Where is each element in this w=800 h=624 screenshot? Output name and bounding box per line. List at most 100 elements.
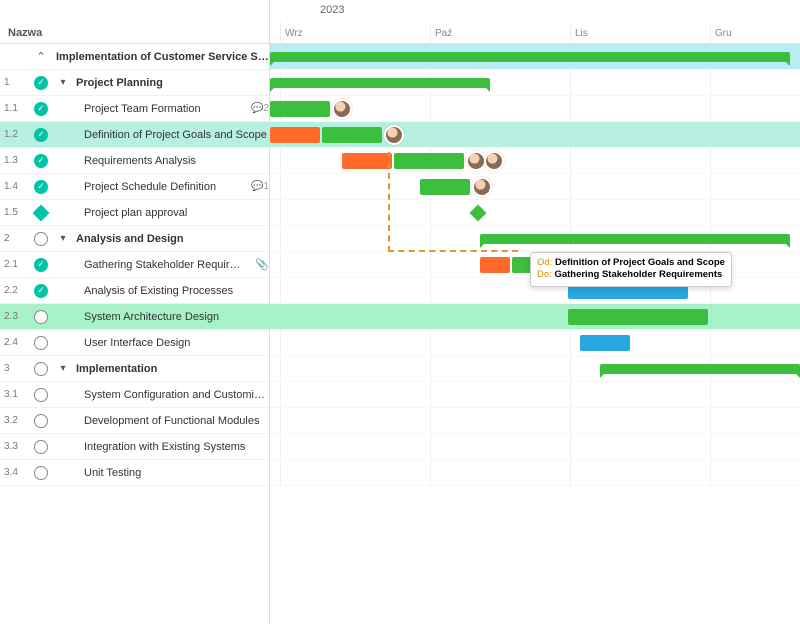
- task-name[interactable]: Implementation: [76, 363, 269, 375]
- status-open-icon[interactable]: [32, 414, 50, 428]
- assignee-avatar[interactable]: [332, 99, 352, 119]
- task-name[interactable]: System Configuration and Customization: [56, 389, 269, 401]
- gantt-row[interactable]: [270, 96, 800, 122]
- wbs-number: 2: [4, 233, 26, 244]
- summary-bar[interactable]: [270, 52, 790, 62]
- gantt-row[interactable]: [270, 200, 800, 226]
- summary-bar[interactable]: [270, 78, 490, 88]
- status-done-icon[interactable]: ✓: [32, 128, 50, 142]
- task-row[interactable]: 1.2✓Definition of Project Goals and Scop…: [0, 122, 269, 148]
- assignee-avatar[interactable]: [466, 151, 486, 171]
- gantt-row[interactable]: [270, 226, 800, 252]
- task-row[interactable]: 1.5Project plan approval: [0, 200, 269, 226]
- wbs-number: 3.1: [4, 389, 26, 400]
- task-name[interactable]: Analysis of Existing Processes: [56, 285, 269, 297]
- task-row[interactable]: 2.1 ✓ Gathering Stakeholder Requirements 📎: [0, 252, 269, 278]
- summary-bar[interactable]: [480, 234, 790, 244]
- task-row[interactable]: 1.4✓Project Schedule Definition💬1: [0, 174, 269, 200]
- task-row[interactable]: 1.1✓Project Team Formation💬2: [0, 96, 269, 122]
- status-done-icon[interactable]: ✓: [32, 102, 50, 116]
- summary-bar[interactable]: [600, 364, 800, 374]
- status-open-icon[interactable]: [32, 388, 50, 402]
- gantt-row[interactable]: [270, 434, 800, 460]
- wbs-number: 1.3: [4, 155, 26, 166]
- comments-icon[interactable]: 💬2: [251, 103, 269, 114]
- status-open-icon[interactable]: [32, 440, 50, 454]
- gantt-row[interactable]: [270, 382, 800, 408]
- task-row[interactable]: 2.2✓Analysis of Existing Processes: [0, 278, 269, 304]
- status-done-icon[interactable]: ✓: [32, 258, 50, 272]
- expand-toggle-icon[interactable]: ▾: [56, 233, 70, 244]
- gantt-row[interactable]: [270, 70, 800, 96]
- task-bar[interactable]: [420, 179, 470, 195]
- task-bar[interactable]: [270, 127, 320, 143]
- month-wrz: Wrz: [280, 22, 303, 44]
- task-row[interactable]: 3.3Integration with Existing Systems: [0, 434, 269, 460]
- task-row[interactable]: 2.4User Interface Design: [0, 330, 269, 356]
- status-done-icon[interactable]: ✓: [32, 76, 50, 90]
- task-bar[interactable]: [394, 153, 464, 169]
- gantt-row[interactable]: [270, 174, 800, 200]
- gantt-row[interactable]: [270, 356, 800, 382]
- expand-toggle-icon[interactable]: ▾: [56, 77, 70, 88]
- task-row[interactable]: 2 ▾ Analysis and Design: [0, 226, 269, 252]
- gantt-row[interactable]: [270, 408, 800, 434]
- gantt-row[interactable]: [270, 44, 800, 70]
- task-name[interactable]: Gathering Stakeholder Requirements: [56, 259, 245, 271]
- collapse-all-icon[interactable]: ⌃: [32, 50, 50, 63]
- status-done-icon[interactable]: ✓: [32, 154, 50, 168]
- assignee-avatar[interactable]: [484, 151, 504, 171]
- tooltip-from-task: Definition of Project Goals and Scope: [555, 257, 725, 268]
- task-row[interactable]: ⌃ Implementation of Customer Service Syst…: [0, 44, 269, 70]
- comments-icon[interactable]: 💬1: [251, 181, 269, 192]
- task-name[interactable]: Project Schedule Definition: [56, 181, 241, 193]
- task-name[interactable]: Unit Testing: [56, 467, 269, 479]
- task-row[interactable]: 3.2Development of Functional Modules: [0, 408, 269, 434]
- task-row[interactable]: 1✓▾Project Planning: [0, 70, 269, 96]
- task-name[interactable]: Analysis and Design: [76, 233, 269, 245]
- task-name[interactable]: System Architecture Design: [56, 311, 269, 323]
- task-name[interactable]: User Interface Design: [56, 337, 269, 349]
- task-name[interactable]: Implementation of Customer Service Syste…: [56, 51, 269, 63]
- status-open-icon[interactable]: [32, 232, 50, 246]
- status-done-icon[interactable]: ✓: [32, 180, 50, 194]
- status-open-icon[interactable]: [32, 310, 50, 324]
- status-open-icon[interactable]: [32, 336, 50, 350]
- gantt-panel[interactable]: 2023 WrzPaźLisGru Od: Definition of Proj…: [270, 0, 800, 624]
- task-bar[interactable]: [270, 101, 330, 117]
- task-bar[interactable]: [568, 309, 708, 325]
- task-name[interactable]: Project Planning: [76, 77, 269, 89]
- expand-toggle-icon[interactable]: ▾: [56, 363, 70, 374]
- task-row[interactable]: 3.4Unit Testing: [0, 460, 269, 486]
- task-name[interactable]: Requirements Analysis: [56, 155, 269, 167]
- gantt-row[interactable]: [270, 304, 800, 330]
- task-name[interactable]: Integration with Existing Systems: [56, 441, 269, 453]
- task-name[interactable]: Project Team Formation: [56, 103, 241, 115]
- task-row[interactable]: 3.1 System Configuration and Customizatio…: [0, 382, 269, 408]
- status-done-icon[interactable]: ✓: [32, 284, 50, 298]
- gantt-row[interactable]: [270, 122, 800, 148]
- task-row[interactable]: 3▾Implementation: [0, 356, 269, 382]
- gantt-row[interactable]: [270, 330, 800, 356]
- task-bar[interactable]: [322, 127, 382, 143]
- gantt-row[interactable]: [270, 460, 800, 486]
- task-bar[interactable]: [342, 153, 392, 169]
- milestone-diamond[interactable]: [470, 205, 487, 222]
- attachment-icon[interactable]: 📎: [255, 258, 269, 271]
- gantt-app: Nazwa ⌃Implementation of Customer Servic…: [0, 0, 800, 624]
- task-name[interactable]: Development of Functional Modules: [56, 415, 269, 427]
- assignee-avatar[interactable]: [384, 125, 404, 145]
- status-open-icon[interactable]: [32, 466, 50, 480]
- gantt-row[interactable]: [270, 148, 800, 174]
- task-bar[interactable]: [480, 257, 510, 273]
- milestone-icon[interactable]: [32, 207, 50, 219]
- task-row[interactable]: 2.3System Architecture Design: [0, 304, 269, 330]
- wbs-number: 2.1: [4, 259, 26, 270]
- assignee-avatar[interactable]: [472, 177, 492, 197]
- gantt-body[interactable]: Od: Definition of Project Goals and Scop…: [270, 44, 800, 486]
- status-open-icon[interactable]: [32, 362, 50, 376]
- task-row[interactable]: 1.3 ✓ Requirements Analysis: [0, 148, 269, 174]
- task-name[interactable]: Definition of Project Goals and Scope: [56, 129, 269, 141]
- task-name[interactable]: Project plan approval: [56, 207, 269, 219]
- task-bar[interactable]: [580, 335, 630, 351]
